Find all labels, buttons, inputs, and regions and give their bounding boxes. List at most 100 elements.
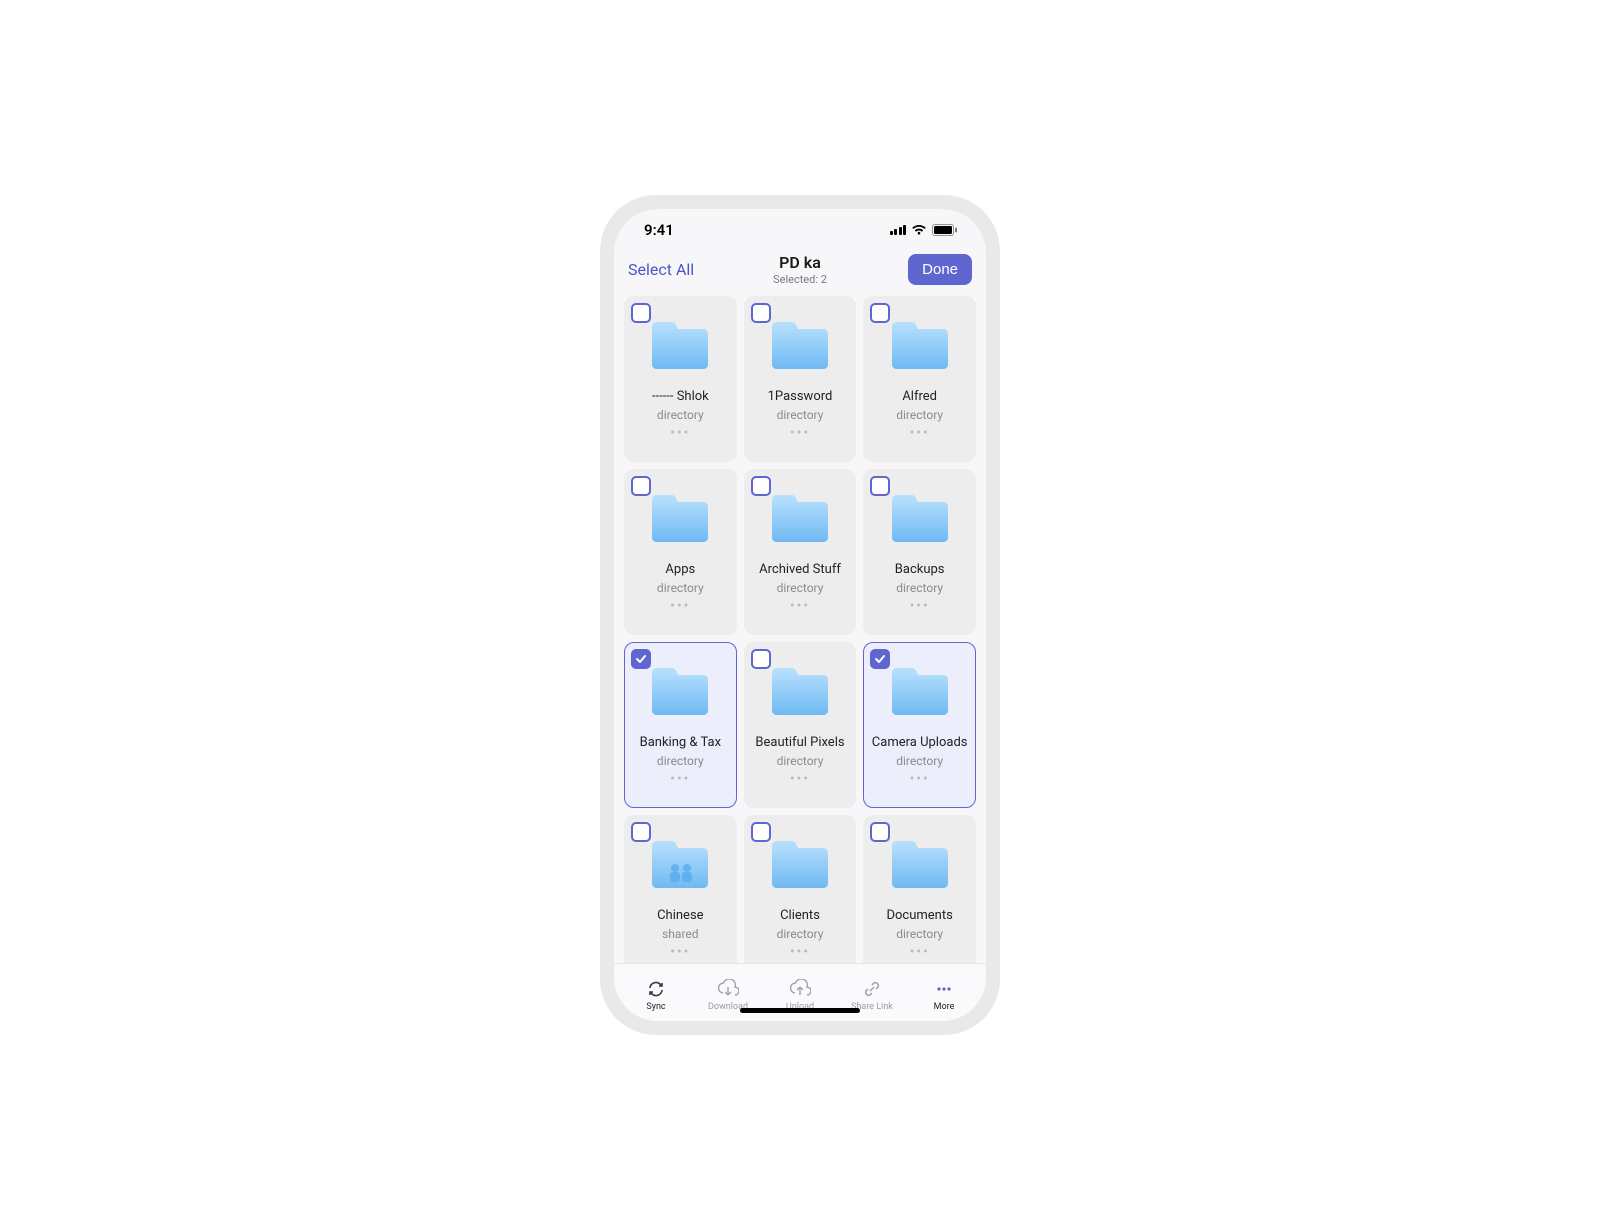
folder-name: Camera Uploads xyxy=(870,735,969,751)
cellular-icon xyxy=(890,225,907,235)
folder-name: Archived Stuff xyxy=(751,562,850,578)
folder-card[interactable]: ------ Shlok directory ••• xyxy=(624,296,737,462)
folder-icon xyxy=(888,309,952,381)
home-indicator[interactable] xyxy=(740,1008,860,1013)
folder-icon xyxy=(768,828,832,900)
folder-checkbox[interactable] xyxy=(631,822,651,842)
folder-name: Beautiful Pixels xyxy=(751,735,850,751)
folder-more-icon[interactable]: ••• xyxy=(670,426,690,440)
folder-checkbox[interactable] xyxy=(870,476,890,496)
folder-type: directory xyxy=(896,754,943,768)
more-icon xyxy=(934,978,954,1000)
folder-grid: ------ Shlok directory ••• 1Password dir… xyxy=(624,296,976,963)
folder-name: Banking & Tax xyxy=(631,735,730,751)
folder-icon xyxy=(888,655,952,727)
folder-icon xyxy=(648,309,712,381)
folder-checkbox[interactable] xyxy=(870,303,890,323)
folder-name: 1Password xyxy=(751,389,850,405)
folder-card[interactable]: Chinese shared ••• xyxy=(624,815,737,963)
folder-more-icon[interactable]: ••• xyxy=(910,599,930,613)
nav-title: PD ka xyxy=(708,253,892,272)
folder-card[interactable]: Clients directory ••• xyxy=(744,815,857,963)
sync-icon xyxy=(646,978,666,1000)
upload-icon xyxy=(789,978,811,1000)
folder-type: directory xyxy=(777,927,824,941)
toolbar-sync[interactable]: Sync xyxy=(620,978,692,1012)
toolbar-more[interactable]: More xyxy=(908,978,980,1012)
folder-card[interactable]: 1Password directory ••• xyxy=(744,296,857,462)
battery-icon xyxy=(932,224,958,236)
folder-type: directory xyxy=(777,581,824,595)
folder-name: Apps xyxy=(631,562,730,578)
folder-type: directory xyxy=(896,581,943,595)
folder-more-icon[interactable]: ••• xyxy=(910,772,930,786)
folder-type: directory xyxy=(657,754,704,768)
folder-checkbox[interactable] xyxy=(631,476,651,496)
folder-card[interactable]: Alfred directory ••• xyxy=(863,296,976,462)
folder-more-icon[interactable]: ••• xyxy=(670,945,690,959)
folder-checkbox[interactable] xyxy=(751,476,771,496)
download-icon xyxy=(717,978,739,1000)
folder-card[interactable]: Documents directory ••• xyxy=(863,815,976,963)
nav-header: Select All PD ka Selected: 2 Done xyxy=(614,251,986,296)
folder-checkbox[interactable] xyxy=(751,822,771,842)
folder-checkbox[interactable] xyxy=(870,822,890,842)
folder-type: directory xyxy=(896,408,943,422)
status-bar: 9:41 xyxy=(614,209,986,251)
toolbar-label: More xyxy=(934,1002,955,1012)
folder-name: Alfred xyxy=(870,389,969,405)
link-icon xyxy=(862,978,882,1000)
folder-icon xyxy=(768,482,832,554)
folder-more-icon[interactable]: ••• xyxy=(910,426,930,440)
folder-card[interactable]: Apps directory ••• xyxy=(624,469,737,635)
folder-type: directory xyxy=(657,581,704,595)
wifi-icon xyxy=(911,224,927,236)
folder-card[interactable]: Banking & Tax directory ••• xyxy=(624,642,737,808)
status-time: 9:41 xyxy=(644,221,674,239)
toolbar-download[interactable]: Download xyxy=(692,978,764,1012)
toolbar-link[interactable]: Share Link xyxy=(836,978,908,1012)
folder-checkbox[interactable] xyxy=(631,303,651,323)
folder-icon xyxy=(648,828,712,900)
folder-type: directory xyxy=(896,927,943,941)
folder-name: ------ Shlok xyxy=(631,389,730,405)
folder-more-icon[interactable]: ••• xyxy=(790,772,810,786)
folder-name: Backups xyxy=(870,562,969,578)
folder-card[interactable]: Backups directory ••• xyxy=(863,469,976,635)
select-all-button[interactable]: Select All xyxy=(628,260,708,279)
folder-icon xyxy=(888,482,952,554)
folder-icon xyxy=(648,482,712,554)
status-right xyxy=(890,224,959,236)
folder-grid-scroll[interactable]: ------ Shlok directory ••• 1Password dir… xyxy=(614,296,986,963)
folder-more-icon[interactable]: ••• xyxy=(790,426,810,440)
folder-icon xyxy=(648,655,712,727)
folder-type: directory xyxy=(777,408,824,422)
folder-more-icon[interactable]: ••• xyxy=(670,772,690,786)
folder-card[interactable]: Archived Stuff directory ••• xyxy=(744,469,857,635)
folder-card[interactable]: Camera Uploads directory ••• xyxy=(863,642,976,808)
done-button[interactable]: Done xyxy=(908,254,972,285)
folder-checkbox[interactable] xyxy=(631,649,651,669)
folder-more-icon[interactable]: ••• xyxy=(670,599,690,613)
toolbar-upload[interactable]: Upload xyxy=(764,978,836,1012)
folder-name: Chinese xyxy=(631,908,730,924)
folder-type: shared xyxy=(662,927,698,941)
screen: 9:41 Select All PD ka Selected: 2 xyxy=(614,209,986,1021)
nav-title-group: PD ka Selected: 2 xyxy=(708,253,892,286)
folder-icon xyxy=(888,828,952,900)
folder-more-icon[interactable]: ••• xyxy=(790,945,810,959)
folder-checkbox[interactable] xyxy=(751,303,771,323)
folder-type: directory xyxy=(657,408,704,422)
folder-type: directory xyxy=(777,754,824,768)
folder-checkbox[interactable] xyxy=(751,649,771,669)
folder-more-icon[interactable]: ••• xyxy=(910,945,930,959)
folder-icon xyxy=(768,309,832,381)
folder-card[interactable]: Beautiful Pixels directory ••• xyxy=(744,642,857,808)
nav-subtitle: Selected: 2 xyxy=(708,273,892,286)
folder-name: Documents xyxy=(870,908,969,924)
folder-icon xyxy=(768,655,832,727)
folder-more-icon[interactable]: ••• xyxy=(790,599,810,613)
folder-name: Clients xyxy=(751,908,850,924)
folder-checkbox[interactable] xyxy=(870,649,890,669)
toolbar-label: Sync xyxy=(646,1002,665,1012)
